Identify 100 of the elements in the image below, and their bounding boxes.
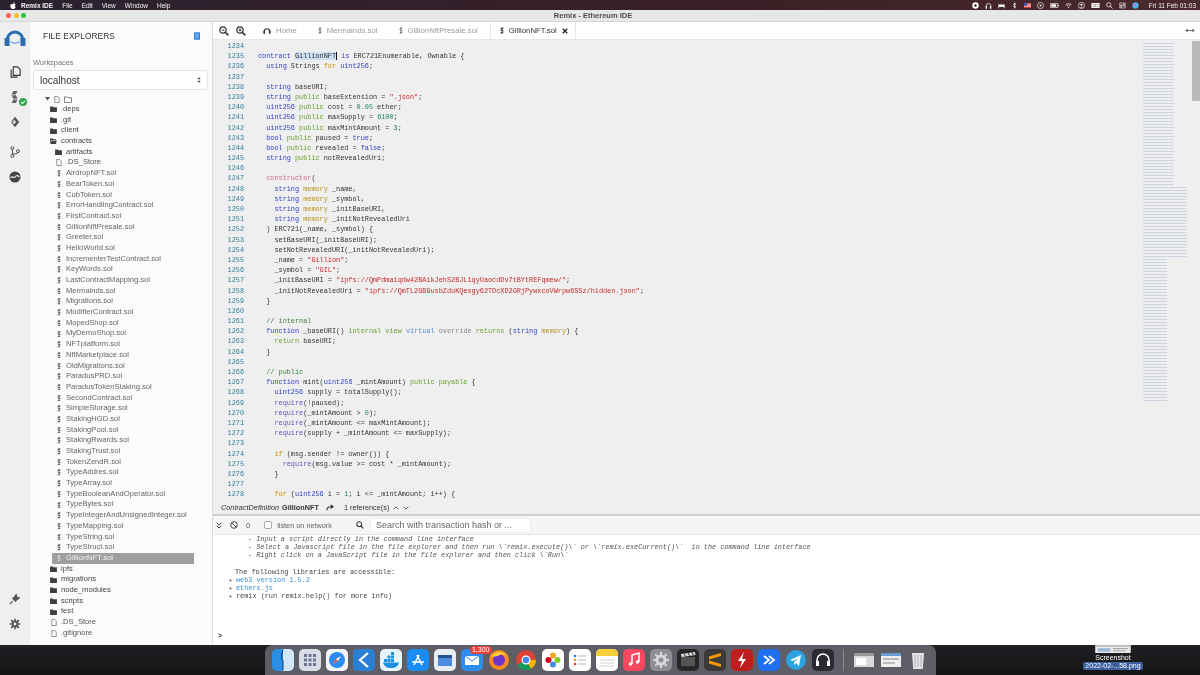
file-type-icon — [56, 522, 61, 530]
file-type-icon — [56, 319, 61, 327]
file-type-icon — [56, 394, 61, 402]
bullet-icon — [229, 578, 232, 582]
record-circle-icon[interactable] — [971, 1, 979, 9]
headset-icon — [263, 27, 271, 34]
workspace-select[interactable]: localhost — [33, 70, 208, 90]
file-type-icon — [56, 426, 61, 434]
zoom-out-icon[interactable] — [219, 25, 229, 36]
file-type-icon — [56, 245, 61, 252]
close-icon[interactable] — [561, 27, 568, 34]
ban-icon[interactable] — [230, 521, 238, 529]
chevrons-icon[interactable] — [757, 649, 780, 671]
file-type-icon — [56, 469, 61, 476]
settings-icon[interactable] — [9, 618, 21, 630]
check-badge-icon — [19, 98, 27, 106]
caret-up-icon[interactable] — [393, 505, 400, 510]
branch-icon[interactable] — [9, 146, 21, 158]
file-type-icon — [56, 351, 61, 359]
file-type-icon — [56, 416, 61, 423]
bracket-icon[interactable] — [352, 649, 375, 671]
bolt-icon[interactable] — [730, 649, 753, 671]
file-type-icon — [56, 266, 61, 273]
orb-icon[interactable] — [1131, 1, 1139, 9]
flower-icon[interactable] — [541, 649, 564, 671]
file-icon[interactable] — [54, 95, 60, 103]
caret-down-icon[interactable] — [403, 505, 410, 510]
gear-icon[interactable] — [649, 649, 672, 671]
file-icon — [55, 159, 62, 167]
folder-outline-icon[interactable] — [64, 95, 72, 103]
file-type-icon — [56, 170, 61, 177]
battery-icon[interactable] — [1049, 1, 1059, 9]
caret-icon[interactable] — [45, 97, 50, 101]
window-tile-icon[interactable] — [433, 649, 456, 671]
file-type-icon — [56, 330, 61, 338]
crossed-strokes-icon[interactable] — [406, 649, 429, 671]
split-tile-icon[interactable] — [271, 649, 294, 671]
file-type-icon — [56, 373, 61, 380]
note-icon[interactable] — [595, 649, 618, 671]
copy-icon[interactable] — [9, 66, 21, 78]
file-type-icon — [56, 437, 61, 444]
wifi-icon[interactable] — [1064, 1, 1072, 9]
file-type-icon — [499, 27, 504, 34]
double-chevron-icon[interactable] — [216, 521, 222, 529]
play-circle-icon[interactable] — [1036, 1, 1044, 9]
bullet-icon — [229, 586, 232, 590]
checkbox[interactable] — [264, 521, 273, 529]
up-down-caret-icon — [197, 77, 201, 83]
headphones-icon[interactable] — [984, 1, 992, 9]
globe-icon[interactable] — [487, 649, 510, 671]
bed-icon[interactable] — [997, 1, 1005, 9]
dot-grid-icon[interactable] — [298, 649, 321, 671]
file-type-icon — [56, 554, 61, 562]
apple-icon[interactable] — [10, 1, 16, 9]
flag-icon[interactable] — [1023, 1, 1031, 9]
file-type-icon — [56, 212, 61, 220]
image-thumbnail-icon[interactable] — [1095, 645, 1131, 653]
file-type-icon — [56, 405, 61, 412]
list-icon[interactable] — [568, 649, 591, 671]
file-type-icon — [56, 490, 61, 498]
file-type-icon — [56, 341, 61, 348]
film-icon[interactable] — [676, 649, 699, 671]
ring-icon[interactable] — [514, 649, 537, 671]
file-type-icon — [56, 223, 61, 231]
file-type-icon — [56, 383, 61, 391]
search-field[interactable]: Search with transaction hash or ... — [369, 517, 531, 533]
file-type-icon — [56, 501, 61, 509]
toggles-icon[interactable] — [1118, 1, 1126, 9]
keyboard-icon[interactable] — [1090, 1, 1100, 9]
file-type-icon — [56, 255, 61, 263]
file-type-icon — [56, 277, 61, 284]
file-type-icon — [56, 362, 61, 370]
file-type-icon — [317, 27, 322, 34]
file-type-icon — [56, 180, 61, 188]
bullet-icon — [229, 594, 232, 598]
file-type-icon — [56, 458, 61, 466]
file-type-icon — [398, 27, 403, 34]
zoom-in-icon[interactable] — [236, 25, 246, 36]
search-icon[interactable] — [1105, 1, 1113, 9]
plug-icon[interactable] — [9, 593, 21, 605]
headset-icon[interactable] — [811, 649, 834, 671]
search-icon — [355, 521, 364, 529]
file-type-icon — [56, 448, 61, 455]
box-stack-icon[interactable] — [379, 649, 402, 671]
file-type-icon — [56, 287, 61, 295]
compass-icon[interactable] — [325, 649, 348, 671]
file-type-icon — [56, 191, 61, 199]
user-circle-icon[interactable] — [1077, 1, 1085, 9]
diamond-arrow-icon[interactable] — [9, 116, 21, 128]
file-type-icon — [56, 309, 61, 316]
file-type-icon — [56, 202, 61, 209]
paper-plane-icon[interactable] — [784, 649, 807, 671]
bluetooth-icon[interactable] — [1010, 1, 1018, 9]
file-type-icon — [56, 533, 61, 541]
scrollbar-thumb[interactable] — [1192, 41, 1200, 101]
music-note-icon[interactable] — [622, 649, 645, 671]
double-arrow-icon[interactable] — [1185, 28, 1195, 33]
file-type-icon — [56, 298, 61, 305]
slanted-bars-icon[interactable] — [703, 649, 726, 671]
curved-arrow-icon[interactable] — [325, 504, 334, 511]
